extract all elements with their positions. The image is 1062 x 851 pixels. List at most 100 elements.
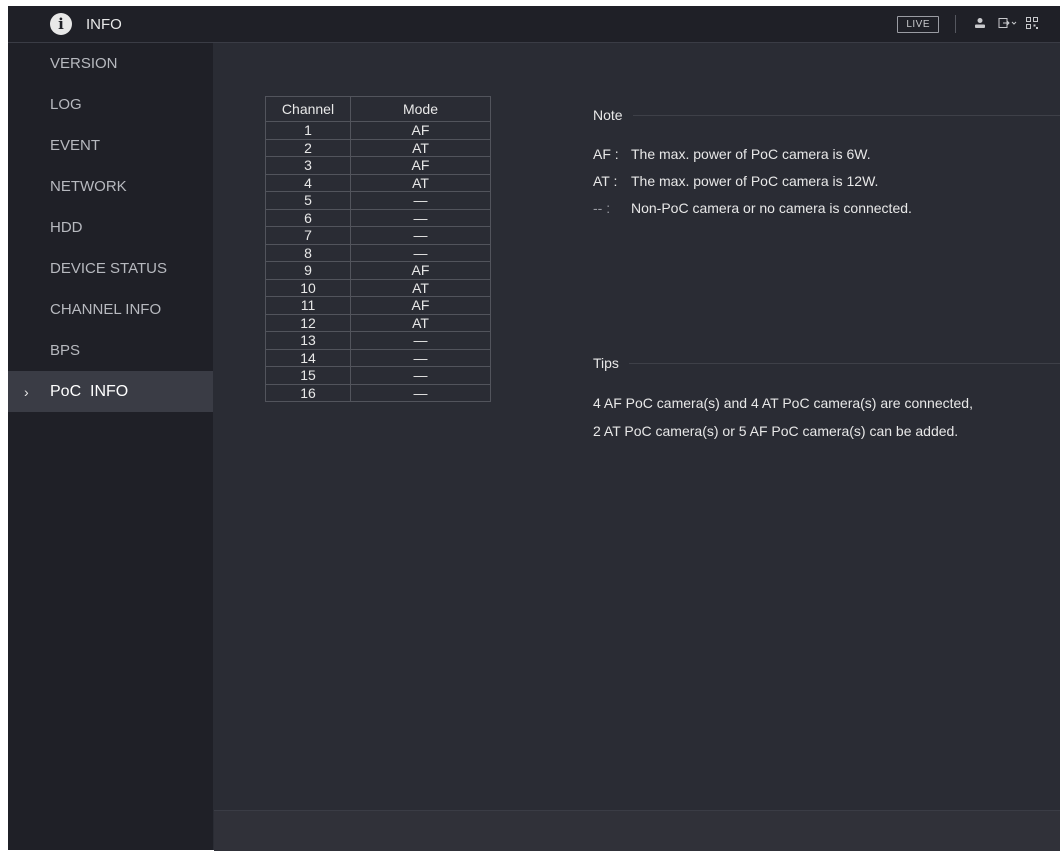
tip-line: 2 AT PoC camera(s) or 5 AF PoC camera(s)… bbox=[593, 423, 959, 439]
mode-cell: AT bbox=[350, 278, 491, 297]
channel-cell: 14 bbox=[265, 348, 351, 367]
top-bar: i INFO LIVE bbox=[8, 6, 1060, 43]
channel-cell: 2 bbox=[265, 138, 351, 157]
sidebar-item-label: PoC INFO bbox=[50, 382, 129, 400]
sidebar-item-bps[interactable]: BPS bbox=[8, 330, 213, 371]
main-content: Channel Mode 1 AF 2 AT 3 AF 4 AT 5—6—7—8—9 AF 10 AT… bbox=[214, 43, 1060, 810]
note-text: The max. power of PoC camera is 12W. bbox=[631, 173, 879, 189]
table-header-row: Channel Mode bbox=[265, 96, 491, 122]
mode-cell: AF bbox=[350, 261, 491, 280]
sidebar: VERSION LOG EVENT NETWORK HDD DEVICE STA… bbox=[8, 43, 213, 850]
sidebar-item-label: VERSION bbox=[50, 55, 118, 72]
sidebar-item-label: HDD bbox=[50, 219, 83, 236]
sidebar-item-label: CHANNEL INFO bbox=[50, 301, 162, 318]
page-title: INFO bbox=[86, 15, 122, 33]
note-title: Note bbox=[593, 107, 623, 123]
status-bar bbox=[214, 810, 1060, 851]
column-header-mode: Mode bbox=[350, 96, 491, 122]
tips-title: Tips bbox=[593, 355, 619, 371]
top-bar-actions: LIVE bbox=[897, 6, 1040, 42]
channel-cell: 1 bbox=[265, 121, 351, 140]
table-row: 12 AT bbox=[265, 313, 491, 332]
note-item: AF : The max. power of PoC camera is 6W. bbox=[593, 146, 871, 162]
note-key: AF : bbox=[593, 146, 619, 162]
note-item: AT : The max. power of PoC camera is 12W… bbox=[593, 173, 878, 189]
sidebar-item-log[interactable]: LOG bbox=[8, 84, 213, 125]
info-icon: i bbox=[50, 13, 72, 35]
live-button[interactable]: LIVE bbox=[897, 15, 939, 33]
channel-cell: 5 bbox=[265, 191, 351, 210]
note-item: -- : Non-PoC camera or no camera is conn… bbox=[593, 200, 912, 216]
poc-table: Channel Mode 1 AF 2 AT 3 AF 4 AT 5—6—7—8—9 AF 10 AT… bbox=[265, 96, 491, 402]
mode-cell: — bbox=[350, 208, 491, 227]
mode-cell: AT bbox=[350, 173, 491, 192]
table-row: 4 AT bbox=[265, 173, 491, 192]
table-row: 15— bbox=[265, 366, 491, 385]
mode-cell: — bbox=[350, 243, 491, 262]
sidebar-item-label: EVENT bbox=[50, 137, 101, 154]
channel-cell: 6 bbox=[265, 208, 351, 227]
divider bbox=[632, 114, 1060, 116]
sidebar-item-event[interactable]: EVENT bbox=[8, 125, 213, 166]
channel-cell: 7 bbox=[265, 226, 351, 245]
table-row: 2 AT bbox=[265, 138, 491, 157]
sidebar-item-device-status[interactable]: DEVICE STATUS bbox=[8, 248, 213, 289]
logout-icon[interactable] bbox=[998, 17, 1017, 32]
note-text: The max. power of PoC camera is 6W. bbox=[631, 146, 871, 162]
channel-cell: 9 bbox=[265, 261, 351, 280]
sidebar-item-label: DEVICE STATUS bbox=[50, 260, 167, 277]
channel-cell: 3 bbox=[265, 156, 351, 175]
note-key: -- : bbox=[593, 200, 611, 216]
table-row: 10 AT bbox=[265, 278, 491, 297]
channel-cell: 13 bbox=[265, 331, 351, 350]
page-header: i INFO bbox=[50, 6, 122, 42]
poc-table-body: 1 AF 2 AT 3 AF 4 AT 5—6—7—8—9 AF 10 AT 11 AF 12 AT 13—14… bbox=[265, 121, 491, 402]
sidebar-item-label: BPS bbox=[50, 342, 81, 359]
sidebar-item-network[interactable]: NETWORK bbox=[8, 166, 213, 207]
table-row: 8— bbox=[265, 243, 491, 262]
chevron-right-icon: › bbox=[24, 383, 29, 400]
app-window: i INFO LIVE VERSION LOG EVENT NETWORK HD… bbox=[8, 6, 1060, 851]
mode-cell: AF bbox=[350, 296, 491, 315]
table-row: 7— bbox=[265, 226, 491, 245]
channel-cell: 15 bbox=[265, 366, 351, 385]
channel-cell: 11 bbox=[265, 296, 351, 315]
mode-cell: — bbox=[350, 331, 491, 350]
user-icon[interactable] bbox=[972, 17, 988, 32]
table-row: 1 AF bbox=[265, 121, 491, 140]
channel-cell: 8 bbox=[265, 243, 351, 262]
sidebar-item-label: NETWORK bbox=[50, 178, 127, 195]
table-row: 5— bbox=[265, 191, 491, 210]
sidebar-item-label: LOG bbox=[50, 96, 82, 113]
table-row: 13— bbox=[265, 331, 491, 350]
table-row: 16— bbox=[265, 383, 491, 402]
channel-cell: 16 bbox=[265, 383, 351, 402]
mode-cell: AT bbox=[350, 138, 491, 157]
note-header: Note bbox=[593, 107, 1060, 123]
tip-line: 4 AF PoC camera(s) and 4 AT PoC camera(s… bbox=[593, 395, 973, 411]
note-text: Non-PoC camera or no camera is connected… bbox=[631, 200, 912, 216]
channel-cell: 4 bbox=[265, 173, 351, 192]
mode-cell: — bbox=[350, 348, 491, 367]
table-row: 6— bbox=[265, 208, 491, 227]
channel-cell: 12 bbox=[265, 313, 351, 332]
note-key: AT : bbox=[593, 173, 618, 189]
sidebar-item-channel-info[interactable]: CHANNEL INFO bbox=[8, 289, 213, 330]
mode-cell: — bbox=[350, 226, 491, 245]
mode-cell: — bbox=[350, 191, 491, 210]
table-row: 9 AF bbox=[265, 261, 491, 280]
mode-cell: AT bbox=[350, 313, 491, 332]
divider bbox=[628, 362, 1060, 364]
tips-header: Tips bbox=[593, 355, 1060, 371]
table-row: 14— bbox=[265, 348, 491, 367]
sidebar-item-hdd[interactable]: HDD bbox=[8, 207, 213, 248]
column-header-channel: Channel bbox=[265, 96, 351, 122]
sidebar-item-version[interactable]: VERSION bbox=[8, 43, 213, 84]
mode-cell: — bbox=[350, 383, 491, 402]
qr-code-icon[interactable] bbox=[1024, 16, 1040, 32]
table-row: 3 AF bbox=[265, 156, 491, 175]
sidebar-item-poc-info[interactable]: › PoC INFO bbox=[8, 371, 213, 412]
channel-cell: 10 bbox=[265, 278, 351, 297]
mode-cell: — bbox=[350, 366, 491, 385]
divider bbox=[955, 15, 956, 33]
